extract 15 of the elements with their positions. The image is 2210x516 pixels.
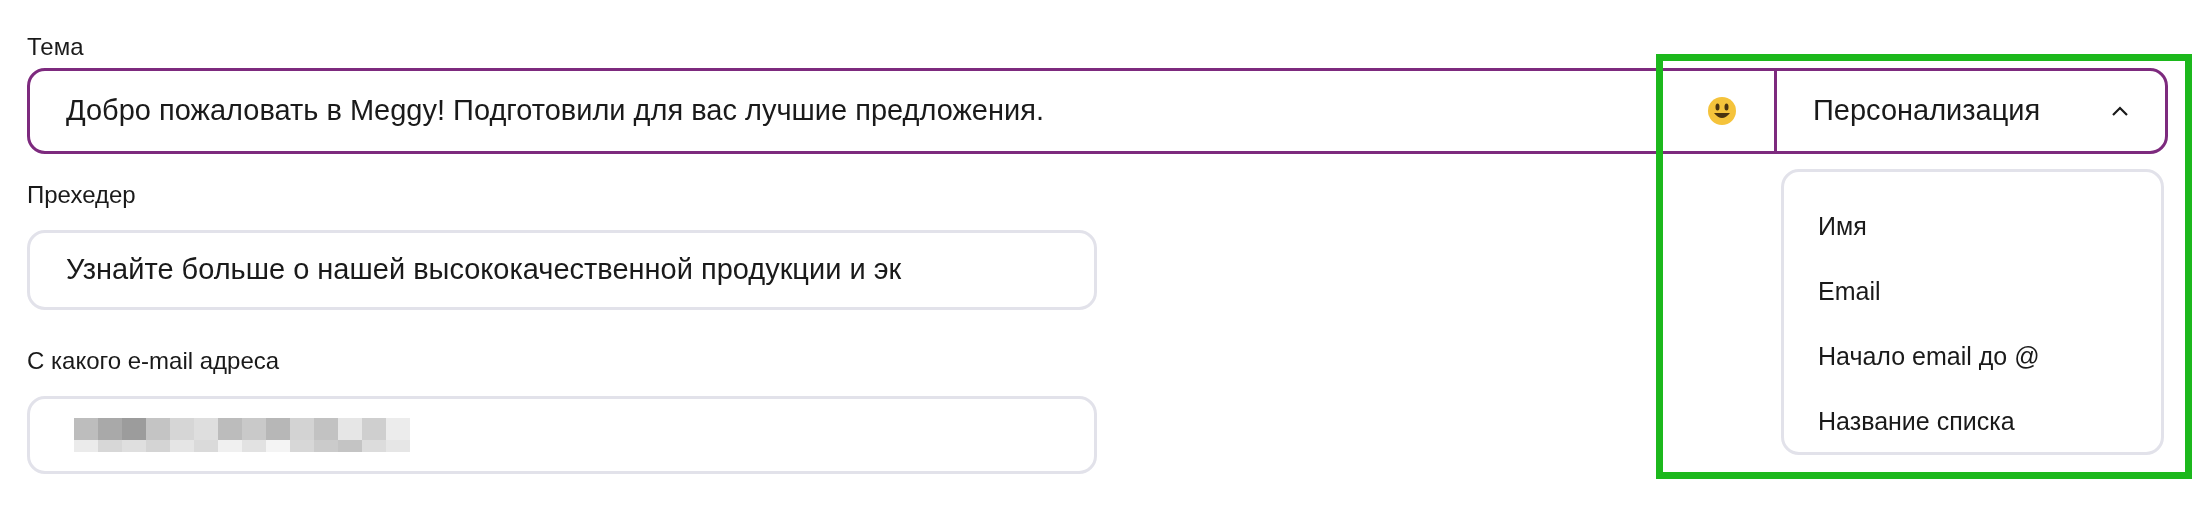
chevron-up-icon [2111,105,2129,117]
personalization-dropdown[interactable]: Персонализация [1777,71,2165,151]
subject-field[interactable]: Добро пожаловать в Meggy! Подготовили для вас лучшие предложения. Персонализация [27,68,2168,154]
smiley-icon[interactable] [1707,96,1737,126]
field-label: Тема [27,32,84,62]
menu-item[interactable]: Название списка [1818,405,2161,437]
email-field[interactable] [27,396,1097,474]
field-value: Добро пожаловать в Meggy! Подготовили для вас лучшие предложения. [65,93,1045,129]
menu-item[interactable]: Email [1818,275,2161,307]
preheader-field[interactable]: Узнайте больше о нашей высококачественной продукции и эк [27,230,1097,310]
menu-item[interactable]: Имя [1818,210,2161,242]
field-label: С какого e-mail адреса [27,346,280,376]
menu-item[interactable]: Начало email до @ [1818,340,2161,372]
field-value: Узнайте больше о нашей высококачественной продукции и эк [65,252,902,288]
field-label: Прехедер [27,180,136,210]
